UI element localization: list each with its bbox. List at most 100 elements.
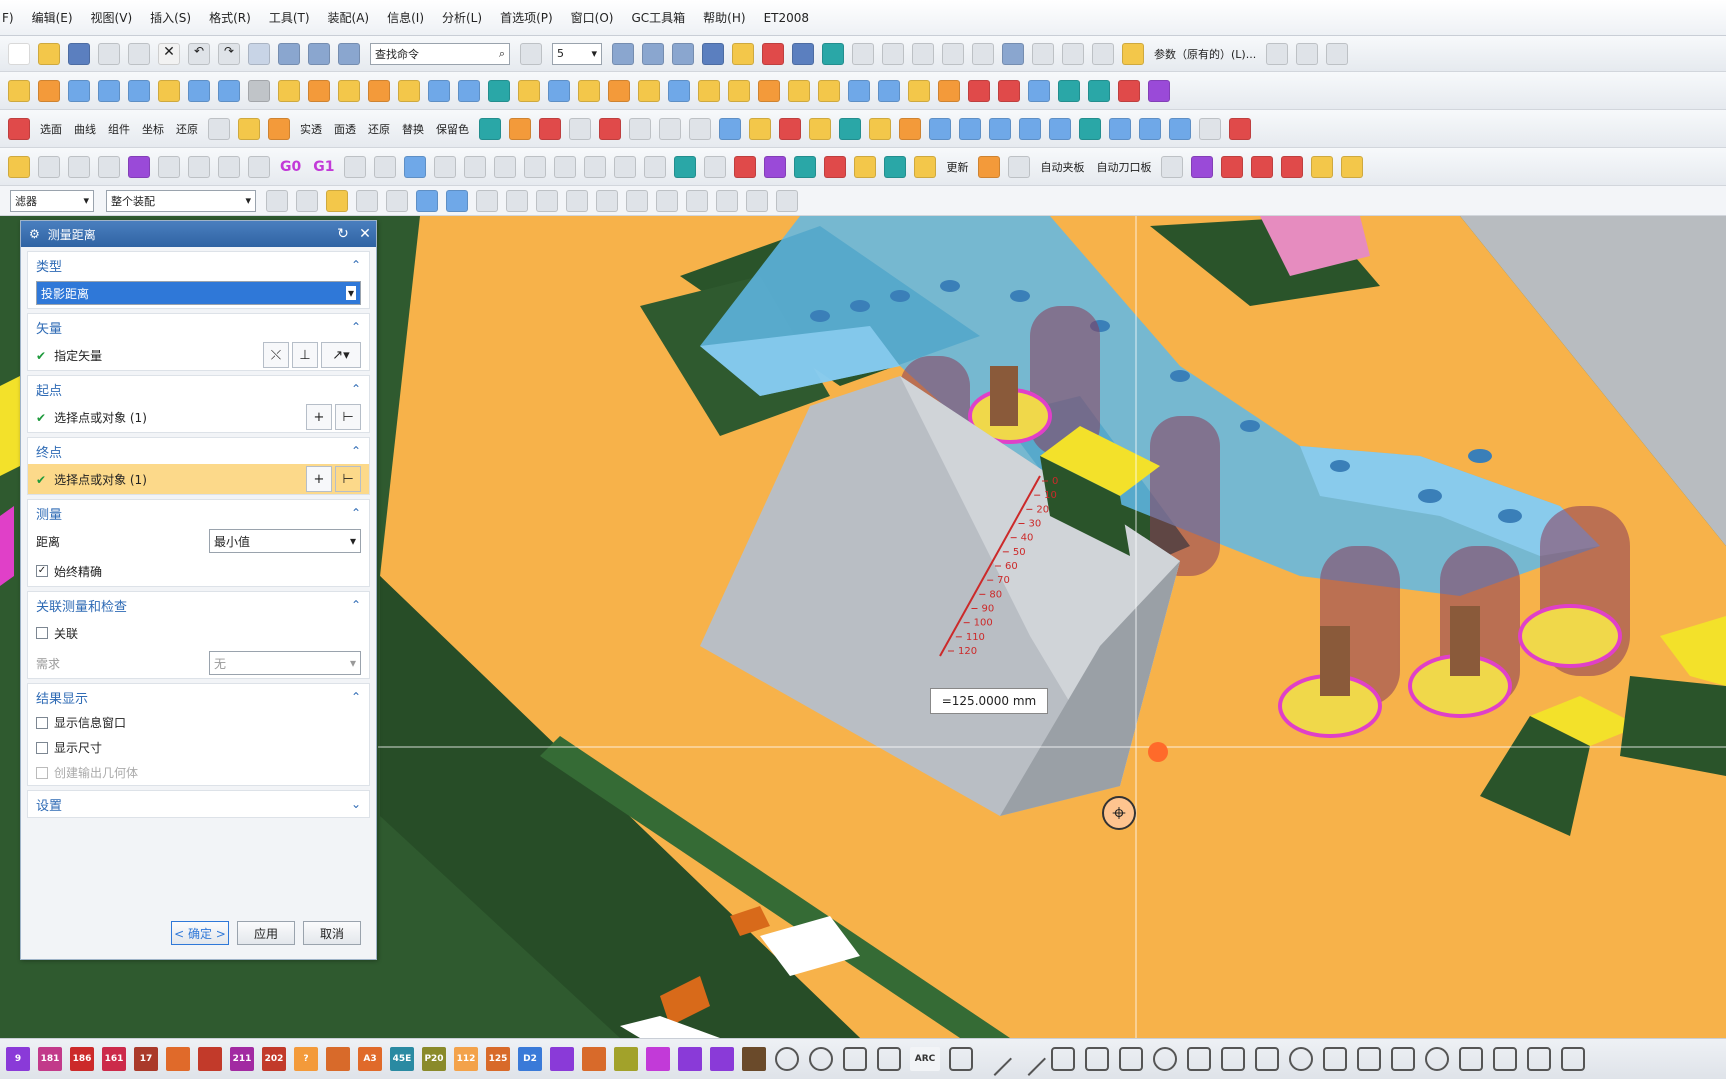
- toolbar-label-coordinate[interactable]: 坐标: [142, 121, 164, 137]
- assembly-icon[interactable]: [908, 79, 930, 102]
- gc-tool-25-icon[interactable]: [794, 155, 817, 178]
- bottom-tool-icon[interactable]: 202: [262, 1047, 286, 1071]
- hole-icon[interactable]: [188, 79, 210, 102]
- view-back-icon[interactable]: [899, 117, 921, 140]
- move-face-icon[interactable]: [878, 79, 900, 102]
- angle-curve-icon[interactable]: [1085, 1047, 1109, 1071]
- snap-center-icon[interactable]: [596, 189, 618, 212]
- gc-tool-8-icon[interactable]: [218, 155, 240, 178]
- line-tool-2-icon[interactable]: [1012, 1042, 1046, 1076]
- trim-corner-icon[interactable]: [1459, 1047, 1483, 1071]
- edit-object-icon[interactable]: [732, 42, 754, 65]
- menu-item-preferences[interactable]: 首选项(P): [500, 9, 553, 26]
- ok-button[interactable]: < 确定 >: [171, 921, 229, 945]
- menu-item-information[interactable]: 信息(I): [387, 9, 424, 26]
- bezier-icon[interactable]: [912, 42, 934, 65]
- menu-item-analysis[interactable]: 分析(L): [442, 9, 482, 26]
- gc-tool-31-icon[interactable]: [1008, 155, 1031, 178]
- gc-grid-icon[interactable]: [1148, 79, 1170, 102]
- axis-icon[interactable]: [208, 117, 230, 140]
- section-end-header[interactable]: 终点 ⌃: [28, 438, 369, 464]
- snap-point-on-icon[interactable]: [656, 189, 678, 212]
- curve-edit-icon[interactable]: [1266, 42, 1289, 65]
- gc-tool-6-icon[interactable]: [158, 155, 180, 178]
- spline-tool-icon[interactable]: [1032, 42, 1054, 65]
- cone-icon[interactable]: [128, 79, 150, 102]
- spline-through-icon[interactable]: [1323, 1047, 1347, 1071]
- circle-3pt-icon[interactable]: [1425, 1047, 1449, 1071]
- gc-tool-14-icon[interactable]: [464, 155, 487, 178]
- cylinder-icon[interactable]: [98, 79, 120, 102]
- copy-curve-icon[interactable]: [1561, 1047, 1585, 1071]
- apply-button[interactable]: 应用: [237, 921, 295, 945]
- gc-tool-13-icon[interactable]: [434, 155, 457, 178]
- pad-icon[interactable]: [248, 79, 270, 102]
- gc-tools-icon[interactable]: [1199, 117, 1221, 140]
- vector-reverse-icon[interactable]: ⤬: [263, 342, 289, 368]
- end-point-row[interactable]: ✔ 选择点或对象 (1) + ⊢: [28, 464, 369, 494]
- filter-settings-icon[interactable]: [266, 189, 288, 212]
- layer-move-icon[interactable]: [642, 42, 664, 65]
- snap-tangent-icon[interactable]: [686, 189, 708, 212]
- color-palette-icon[interactable]: [509, 117, 531, 140]
- section-type-header[interactable]: 类型 ⌃: [28, 252, 369, 278]
- section-result-header[interactable]: 结果显示 ⌃: [28, 684, 369, 710]
- selection-filter-icon[interactable]: [762, 42, 784, 65]
- gc-tool-32-icon[interactable]: [1161, 155, 1184, 178]
- select-all-icon[interactable]: [296, 189, 318, 212]
- section-settings-header[interactable]: 设置 ⌄: [28, 791, 369, 817]
- measure-distance-icon[interactable]: [248, 42, 270, 65]
- bridge-curve-icon[interactable]: [1221, 1047, 1245, 1071]
- split-body-icon[interactable]: [698, 79, 720, 102]
- view-fit-icon[interactable]: [659, 117, 681, 140]
- offset-curve-icon[interactable]: [1062, 42, 1084, 65]
- boss-icon[interactable]: [218, 79, 240, 102]
- draft-analysis-icon[interactable]: [1139, 117, 1161, 140]
- sew-icon[interactable]: [758, 79, 780, 102]
- always-accurate-checkbox[interactable]: ✓: [36, 565, 48, 577]
- show-dimension-checkbox[interactable]: [36, 741, 48, 754]
- extend-icon[interactable]: [1326, 42, 1349, 65]
- gc-tool-26-icon[interactable]: [824, 155, 847, 178]
- snap-point-icon[interactable]: [278, 42, 300, 65]
- vector-dialog-icon[interactable]: ⊥: [292, 342, 318, 368]
- open-folder-icon[interactable]: [38, 42, 60, 65]
- type-filter-select[interactable]: 滤器 ▾: [10, 189, 94, 212]
- bottom-tool-icon[interactable]: P20: [422, 1047, 446, 1071]
- curve-tool-icon[interactable]: [852, 42, 874, 65]
- bottom-tool-icon[interactable]: 9: [6, 1047, 30, 1071]
- line-tool-icon[interactable]: [978, 1042, 1012, 1076]
- constraint-icon[interactable]: [968, 79, 990, 102]
- toolbar-label-curve[interactable]: 曲线: [74, 121, 96, 137]
- bottom-tool-icon[interactable]: 211: [230, 1047, 254, 1071]
- shaded-icon[interactable]: [959, 117, 981, 140]
- mesh-icon[interactable]: [1079, 117, 1101, 140]
- cancel-button[interactable]: 取消: [303, 921, 361, 945]
- toolbar-label-replace[interactable]: 替换: [402, 121, 424, 137]
- menu-item-tools[interactable]: 工具(T): [269, 9, 310, 26]
- cross-point-icon[interactable]: [882, 42, 904, 65]
- gc-tool-16-icon[interactable]: [524, 155, 547, 178]
- hide-icon[interactable]: [268, 117, 290, 140]
- bottom-tool-icon[interactable]: 125: [486, 1047, 510, 1071]
- bottom-tool-icon[interactable]: [742, 1047, 766, 1071]
- bottom-tool-icon[interactable]: 17: [134, 1047, 158, 1071]
- requirement-select[interactable]: 无 ▾: [209, 651, 361, 675]
- check-icon[interactable]: [569, 117, 591, 140]
- gc-tool-22-icon[interactable]: [704, 155, 727, 178]
- gc-tool-28-icon[interactable]: [884, 155, 907, 178]
- gc-tool-29-icon[interactable]: [914, 155, 937, 178]
- bottom-tool-icon[interactable]: 161: [102, 1047, 126, 1071]
- view-right-icon[interactable]: [809, 117, 831, 140]
- rectangle-select-icon[interactable]: [386, 189, 408, 212]
- project-curve-icon[interactable]: [1092, 42, 1114, 65]
- gear-icon[interactable]: ⚙: [29, 227, 40, 241]
- trim-body-icon[interactable]: [728, 79, 750, 102]
- circle-center-icon[interactable]: [809, 1047, 833, 1071]
- gc-tool-3-icon[interactable]: [68, 155, 90, 178]
- curvature-icon[interactable]: [1169, 117, 1191, 140]
- toolbar-label-component[interactable]: 组件: [108, 121, 130, 137]
- bottom-tool-icon[interactable]: [166, 1047, 190, 1071]
- gc-tool-37-icon[interactable]: [1311, 155, 1334, 178]
- g0-button[interactable]: G0: [280, 159, 301, 175]
